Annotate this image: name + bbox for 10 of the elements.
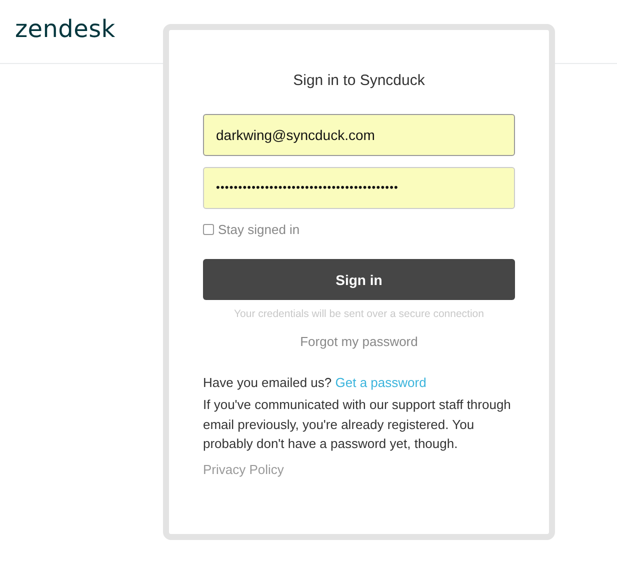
emailed-prompt: Have you emailed us? bbox=[203, 375, 332, 390]
checkbox[interactable] bbox=[203, 224, 214, 235]
email-field[interactable]: darkwing@syncduck.com bbox=[203, 114, 515, 156]
forgot-password-link[interactable]: Forgot my password bbox=[300, 334, 418, 349]
sign-in-button[interactable]: Sign in bbox=[203, 259, 515, 300]
dialog-title: Sign in to Syncduck bbox=[292, 72, 426, 89]
info-text: If you've communicated with our support staff through email previously, you're already registered. You probably don't have a password yet, though. bbox=[203, 396, 512, 453]
logo[interactable]: zendesk bbox=[15, 14, 116, 42]
password-field[interactable]: ••••••••••••••••••••••••••••••••••••••••• bbox=[203, 167, 515, 209]
checkbox-label[interactable]: Stay signed in bbox=[218, 222, 300, 237]
